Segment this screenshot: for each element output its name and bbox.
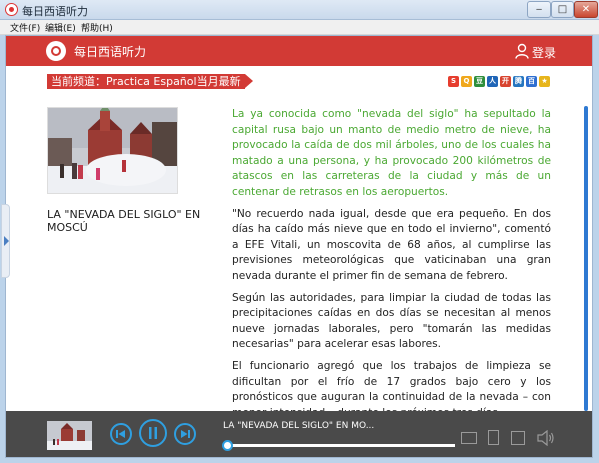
text-document-icon[interactable] [488, 430, 499, 445]
menu-file[interactable]: 文件(F) [10, 21, 40, 34]
renren-icon[interactable]: 人 [487, 76, 498, 87]
player-bar: LA "NEVADA DEL SIGLO" EN MO... [6, 411, 592, 457]
left-panel-toggle[interactable] [1, 204, 10, 278]
close-button[interactable]: ✕ [574, 1, 598, 18]
maximize-button[interactable]: □ [551, 1, 574, 18]
main-frame: 每日西语听力 登录 当前频道：Practica Español当月最新 SQ豆人… [1, 35, 593, 458]
now-playing-title: LA "NEVADA DEL SIGLO" EN MO... [223, 421, 375, 431]
login-label: 登录 [532, 46, 557, 60]
pause-button[interactable] [139, 419, 167, 447]
app-header: 每日西语听力 登录 [6, 36, 592, 66]
article-paragraph: Según las autoridades, para limpiar la c… [232, 291, 551, 351]
progress-track[interactable] [227, 444, 455, 447]
current-channel-label: 当前频道：Practica Español当月最新 [47, 74, 253, 89]
playlist-icon[interactable] [511, 431, 525, 445]
sina-weibo-icon[interactable]: S [448, 76, 459, 87]
app-logo-icon [5, 3, 18, 16]
favorite-icon[interactable]: ★ [539, 76, 550, 87]
article-paragraph: "No recuerdo nada igual, desde que era p… [232, 207, 551, 282]
window-title: 每日西语听力 [22, 5, 88, 18]
article-body: La ya conocida como "nevada del siglo" h… [232, 107, 551, 427]
article-photo [47, 107, 178, 194]
volume-icon[interactable] [537, 430, 555, 446]
article-lead-paragraph: La ya conocida como "nevada del siglo" h… [232, 108, 551, 198]
kaixin-icon[interactable]: 开 [500, 76, 511, 87]
app-logo-icon [46, 41, 66, 61]
subtitle-toggle-icon[interactable] [461, 432, 477, 444]
skip-next-icon [181, 430, 190, 438]
user-icon [515, 43, 529, 59]
app-name: 每日西语听力 [74, 45, 147, 59]
tencent-weibo-icon[interactable]: 腾 [513, 76, 524, 87]
article-title: LA "NEVADA DEL SIGLO" EN MOSCÚ [47, 208, 201, 234]
pause-icon [149, 427, 157, 439]
vertical-scrollbar[interactable] [584, 106, 588, 411]
next-button[interactable] [174, 423, 196, 445]
now-playing-thumbnail [47, 421, 92, 450]
window-titlebar: 每日西语听力 ‒ □ ✕ [0, 0, 599, 20]
douban-icon[interactable]: 豆 [474, 76, 485, 87]
previous-button[interactable] [110, 423, 132, 445]
skip-previous-icon [116, 430, 125, 438]
baidu-icon[interactable]: 百 [526, 76, 537, 87]
menu-help[interactable]: 帮助(H) [81, 21, 113, 34]
menu-edit[interactable]: 编辑(E) [45, 21, 76, 34]
qzone-icon[interactable]: Q [461, 76, 472, 87]
progress-knob[interactable] [222, 440, 233, 451]
menu-bar: 文件(F) 编辑(E) 帮助(H) [0, 20, 599, 35]
minimize-button[interactable]: ‒ [527, 1, 551, 18]
